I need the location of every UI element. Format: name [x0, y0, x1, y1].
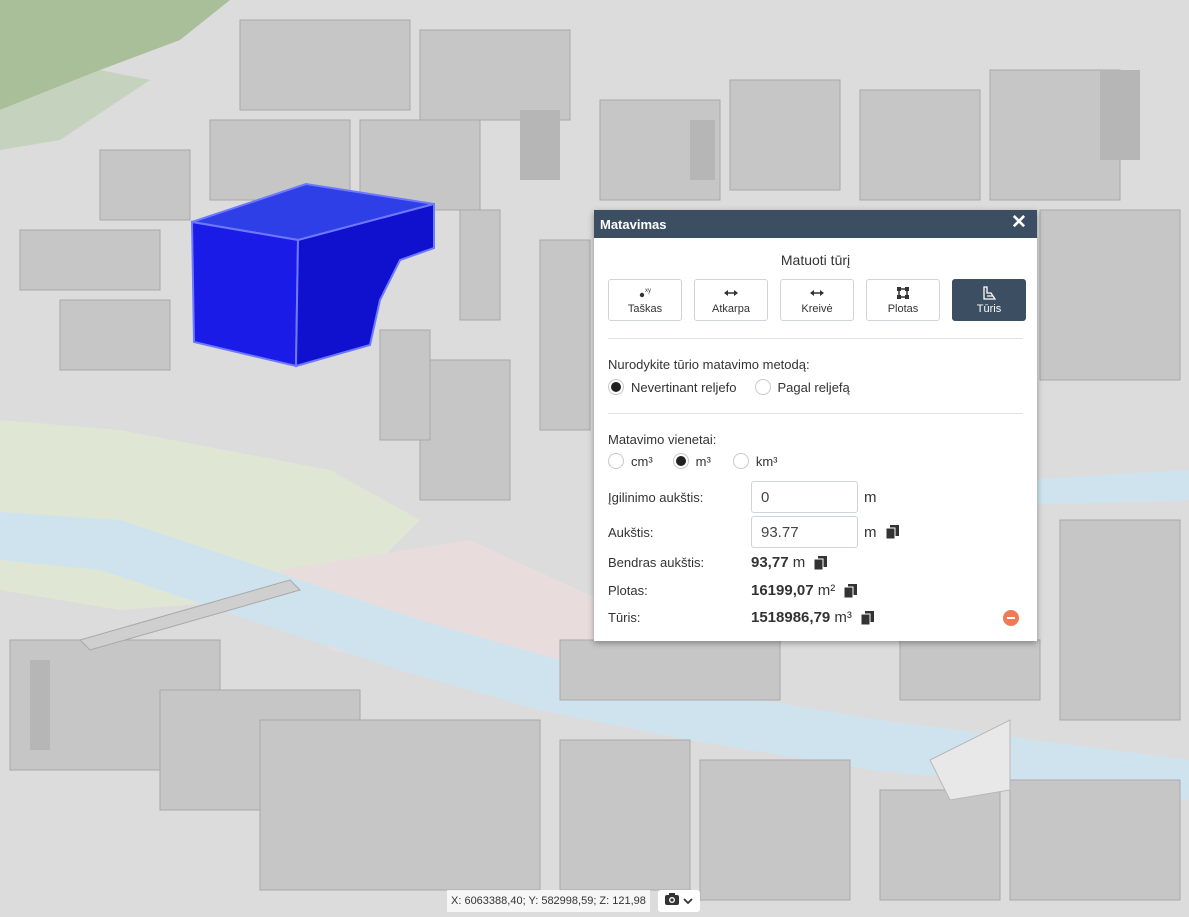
radio-checked[interactable] [608, 379, 624, 395]
depth-unit: m [864, 488, 877, 506]
area-number: 16199,07 [751, 582, 814, 599]
tool-segment-button[interactable]: Atkarpa [694, 279, 768, 321]
unit-option-label: km³ [755, 453, 778, 469]
coordinates-readout: X: 6063388,40; Y: 582998,59; Z: 121,98 [447, 890, 650, 912]
segment-arrow-icon [723, 286, 739, 300]
panel-header: Matavimas ✕ [594, 210, 1037, 238]
method-option-label: Nevertinant reljefo [631, 379, 737, 395]
height-input[interactable] [751, 516, 858, 548]
height-unit: m [864, 523, 877, 541]
radio-unchecked[interactable] [754, 379, 771, 395]
tool-volume-button[interactable]: Tūris [952, 279, 1026, 321]
total-height-row: Bendras aukštis: 93,77 m [608, 554, 828, 571]
total-height-value: 93,77 m [751, 554, 805, 571]
unit-option-label: m³ [695, 453, 711, 469]
area-icon [896, 286, 910, 300]
tool-title: Matuoti tūrį [780, 252, 851, 268]
unit-option-label: cm³ [631, 453, 653, 469]
area-unit: m² [817, 582, 836, 599]
divider [608, 338, 1023, 339]
tool-label: Plotas [887, 302, 919, 315]
tool-label: Kreivė [801, 302, 833, 315]
depth-label: Įgilinimo aukštis: [608, 489, 704, 505]
tool-label: Tūris [976, 302, 1002, 315]
depth-input[interactable] [751, 481, 858, 513]
volume-label: Tūris: [608, 610, 641, 625]
area-label: Plotas: [608, 583, 648, 598]
units-label: Matavimo vienetai: [608, 432, 717, 447]
method-options: Nevertinant reljefo Pagal reljefą [608, 379, 1037, 395]
svg-text:xy: xy [645, 288, 651, 294]
radio-unchecked[interactable] [608, 453, 624, 469]
close-button[interactable]: ✕ [1010, 213, 1028, 232]
tool-area-button[interactable]: Plotas [866, 279, 940, 321]
area-value: 16199,07 m² [751, 582, 835, 599]
volume-unit: m³ [834, 609, 852, 626]
copy-icon[interactable] [860, 610, 874, 625]
total-height-number: 93,77 [751, 554, 789, 571]
method-option-label: Pagal reljefą [777, 379, 850, 395]
height-row: Aukštis: m [608, 516, 899, 548]
area-row: Plotas: 16199,07 m² [608, 582, 858, 599]
divider [608, 413, 1023, 414]
unit-option-m3[interactable]: m³ [672, 453, 711, 469]
unit-option-cm3[interactable]: cm³ [608, 453, 653, 469]
radio-checked[interactable] [672, 453, 689, 469]
depth-row: Įgilinimo aukštis: m [608, 481, 877, 513]
screenshot-button[interactable] [657, 890, 700, 912]
volume-row: Tūris: 1518986,79 m³ [608, 609, 1023, 626]
curve-arrow-icon [809, 286, 825, 300]
volume-value: 1518986,79 m³ [751, 609, 852, 626]
tool-point-button[interactable]: xy Taškas [608, 279, 682, 321]
unit-option-km3[interactable]: km³ [732, 453, 778, 469]
tool-label: Atkarpa [712, 302, 750, 315]
tool-label: Taškas [627, 302, 663, 315]
panel-title: Matavimas [600, 216, 667, 232]
total-height-label: Bendras aukštis: [608, 555, 705, 570]
copy-icon[interactable] [843, 583, 858, 598]
copy-icon[interactable] [885, 525, 899, 540]
status-bar: X: 6063388,40; Y: 582998,59; Z: 121,98 [447, 888, 700, 914]
method-option-relief[interactable]: Pagal reljefą [754, 379, 850, 395]
height-label: Aukštis: [608, 524, 654, 540]
point-xy-icon: xy [637, 286, 653, 300]
radio-unchecked[interactable] [732, 453, 749, 469]
unit-options: cm³ m³ km³ [608, 453, 1037, 469]
remove-icon[interactable] [1003, 610, 1019, 626]
total-height-unit: m [792, 554, 806, 571]
camera-icon [664, 892, 679, 910]
volume-icon [982, 285, 996, 300]
method-label: Nurodykite tūrio matavimo metodą: [608, 357, 810, 372]
volume-number: 1518986,79 [751, 609, 831, 626]
measurement-panel: Matavimas ✕ Matuoti tūrį xy Taškas Atkar… [594, 210, 1037, 641]
tool-curve-button[interactable]: Kreivė [780, 279, 854, 321]
tool-buttons: xy Taškas Atkarpa Kreivė Plotas Tūris [608, 279, 1037, 321]
chevron-down-icon [683, 892, 693, 910]
method-option-no-relief[interactable]: Nevertinant reljefo [608, 379, 737, 395]
copy-icon[interactable] [813, 555, 828, 570]
